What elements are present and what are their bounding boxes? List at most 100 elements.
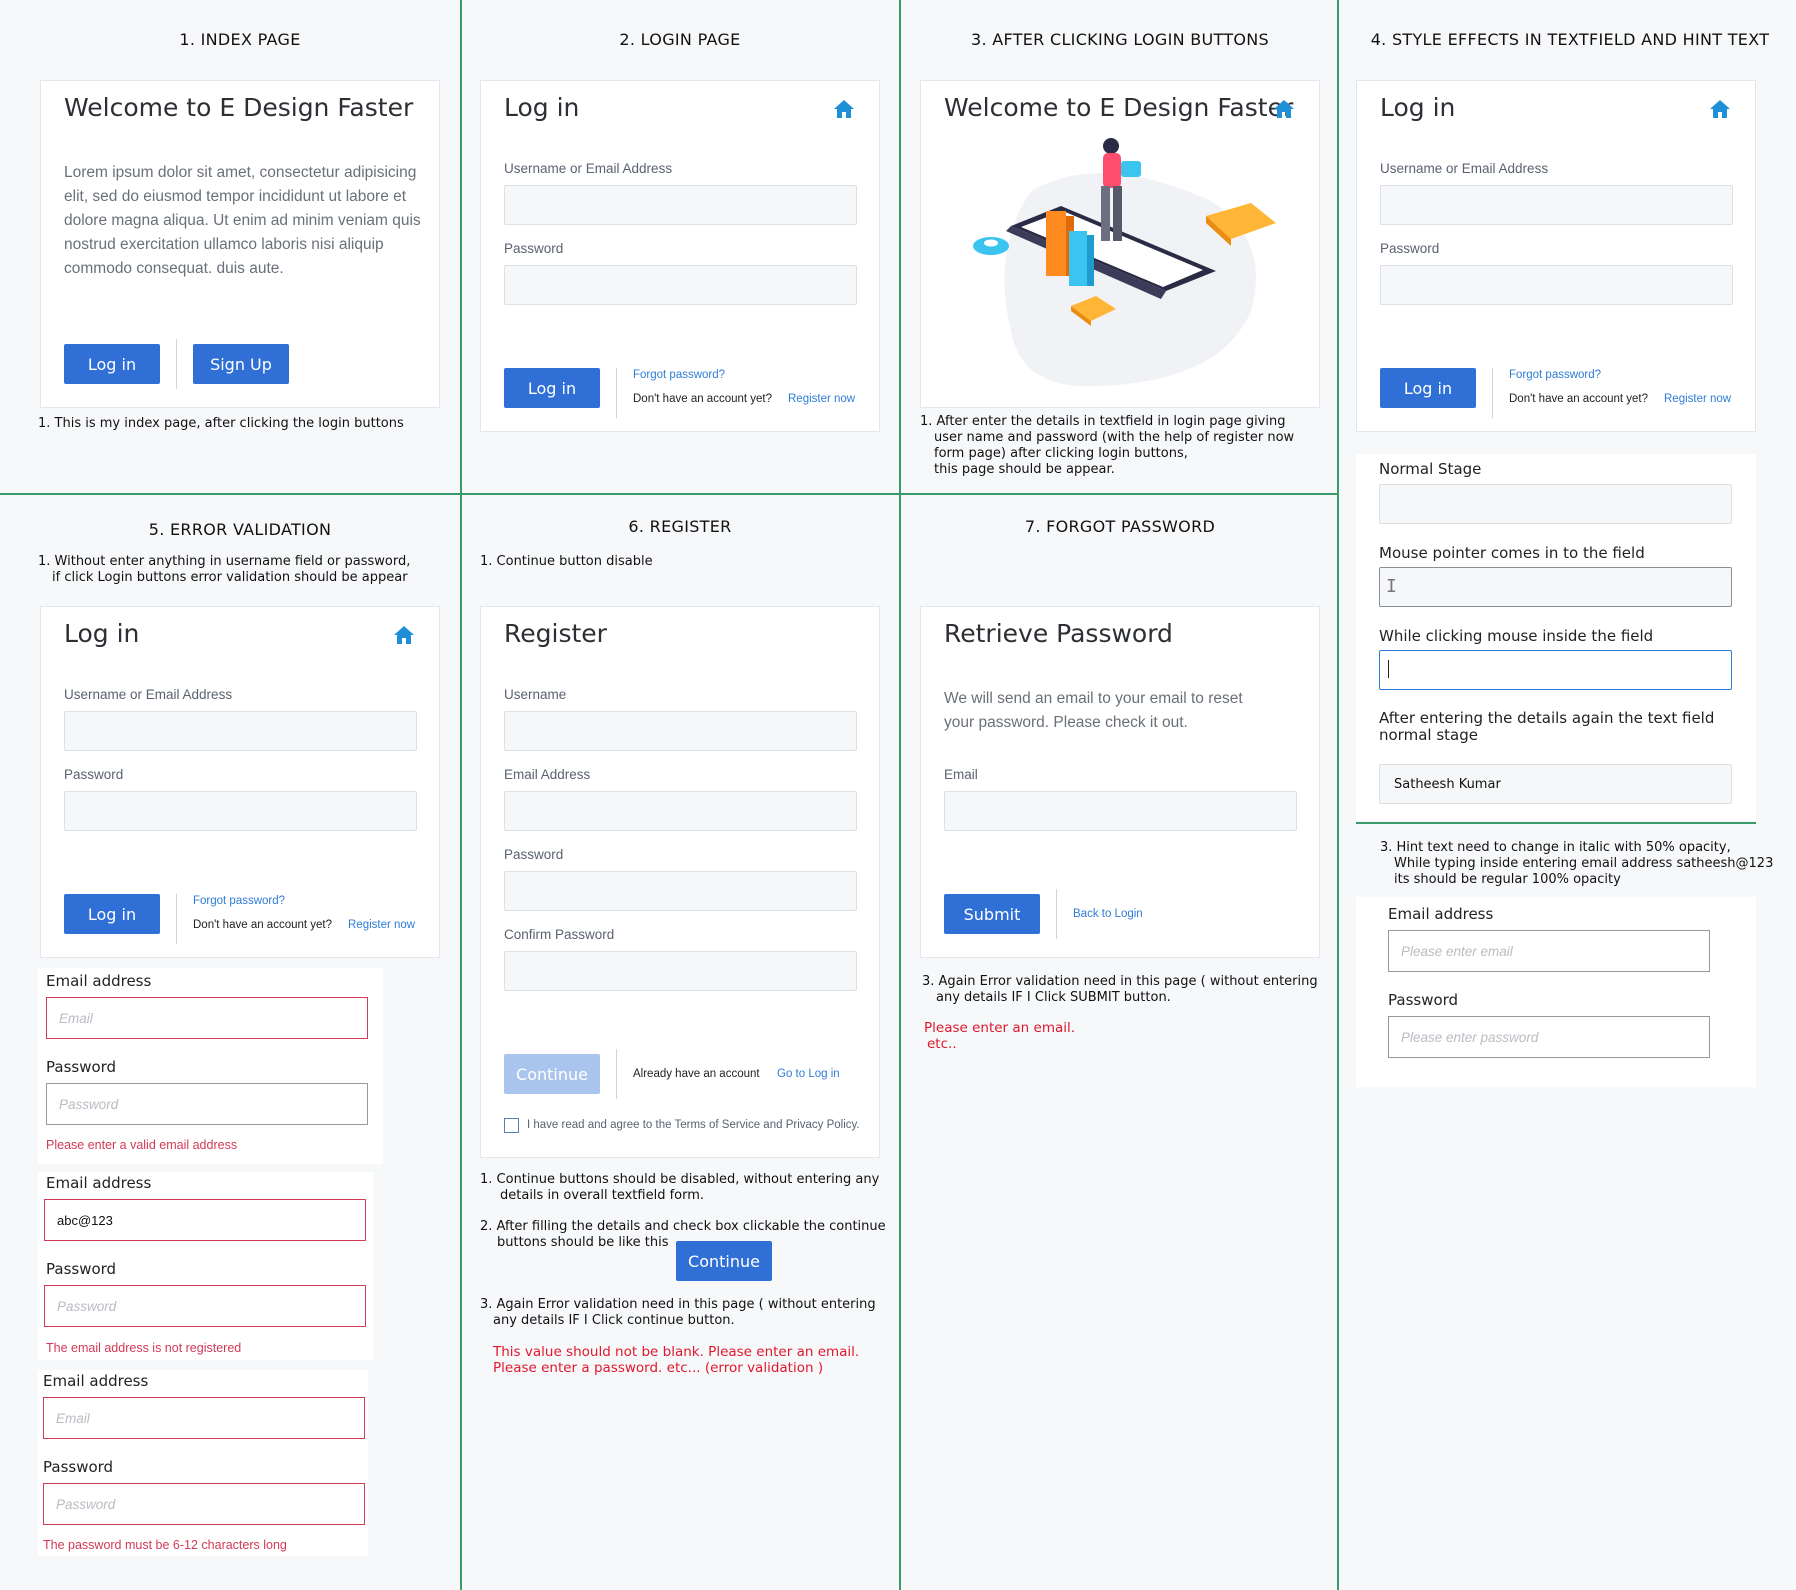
home-icon[interactable]: [833, 99, 855, 119]
register-note-1: 1. Continue buttons should be disabled, …: [480, 1172, 879, 1204]
forgot-title: Retrieve Password: [944, 619, 1173, 648]
password-label: Password: [46, 1260, 117, 1278]
login-button[interactable]: Log in: [1380, 368, 1476, 408]
continue-button-disabled[interactable]: Continue: [504, 1054, 600, 1094]
forgot-password-link[interactable]: Forgot password?: [633, 369, 725, 381]
button-separator: [616, 368, 617, 418]
register-note-3: 3. Again Error validation need in this p…: [480, 1297, 876, 1329]
divider-1: [460, 0, 462, 1590]
password-input[interactable]: [504, 871, 857, 911]
no-account-text: Don't have an account yet?: [1509, 393, 1649, 405]
register-top-note: 1. Continue button disable: [480, 554, 653, 569]
error-panel-2: Email address abc@123 Password Password …: [38, 1172, 373, 1360]
login-button[interactable]: Log in: [504, 368, 600, 408]
forgot-note: 3. Again Error validation need in this p…: [922, 974, 1318, 1006]
password-input[interactable]: Password: [46, 1083, 368, 1125]
section-title-after-login: 3. AFTER CLICKING LOGIN BUTTONS: [970, 30, 1270, 49]
email-error-message: Please enter a valid email address: [46, 1138, 238, 1152]
confirm-password-label: Confirm Password: [504, 927, 615, 942]
register-now-link[interactable]: Register now: [1664, 393, 1731, 405]
normal-stage-label: Normal Stage: [1379, 460, 1482, 478]
register-now-link[interactable]: Register now: [788, 393, 855, 405]
forgot-card: Retrieve Password We will send an email …: [920, 606, 1320, 958]
username-input[interactable]: [504, 185, 857, 225]
username-input[interactable]: [1380, 185, 1733, 225]
hint-password-label: Password: [1388, 991, 1459, 1009]
button-separator: [176, 894, 177, 944]
password-input[interactable]: [1380, 265, 1733, 305]
terms-checkbox[interactable]: [504, 1118, 519, 1133]
register-note-line: 1. Continue buttons should be disabled, …: [480, 1172, 880, 1187]
username-input[interactable]: [64, 711, 417, 751]
button-separator: [1056, 889, 1057, 939]
register-card: Register Username Email Address Password…: [480, 606, 880, 1158]
password-input[interactable]: [504, 265, 857, 305]
forgot-password-link[interactable]: Forgot password?: [193, 895, 285, 907]
index-body: Lorem ipsum dolor sit amet, consectetur …: [64, 164, 421, 277]
password-input[interactable]: [64, 791, 417, 831]
forgot-password-link[interactable]: Forgot password?: [1509, 369, 1601, 381]
email-input[interactable]: [504, 791, 857, 831]
password-label: Password: [64, 767, 124, 782]
password-label: Password: [504, 847, 564, 862]
hint-text-note: 3. Hint text need to change in italic wi…: [1380, 840, 1773, 888]
section-title-register: 6. REGISTER: [628, 517, 732, 536]
welcome-title: Welcome to E Design Faster: [944, 93, 1294, 122]
forgot-email-label: Email: [944, 767, 978, 782]
email-label: Email Address: [504, 767, 591, 782]
submit-button[interactable]: Submit: [944, 894, 1040, 934]
go-to-login-link[interactable]: Go to Log in: [777, 1068, 840, 1080]
hint-password-input[interactable]: Please enter password: [1388, 1016, 1710, 1058]
welcome-note-line: user name and password (with the help of…: [934, 430, 1295, 445]
password-error-message: The password must be 6-12 characters lon…: [43, 1538, 287, 1552]
register-error-line: Please enter a password. etc... (error v…: [493, 1360, 824, 1376]
section-title-error: 5. ERROR VALIDATION: [148, 520, 332, 539]
register-error-note: This value should not be blank. Please e…: [493, 1344, 859, 1376]
login-card: Log in Username or Email Address Passwor…: [480, 80, 880, 432]
password-label: Password: [504, 241, 564, 256]
index-login-button[interactable]: Log in: [64, 344, 160, 384]
register-note-line: 2. After filling the details and check b…: [480, 1219, 886, 1234]
forgot-email-input[interactable]: [944, 791, 1297, 831]
continue-button-enabled[interactable]: Continue: [676, 1241, 772, 1281]
no-account-text: Don't have an account yet?: [633, 393, 773, 405]
focus-stage-field[interactable]: [1379, 650, 1732, 690]
login-button[interactable]: Log in: [64, 894, 160, 934]
error-login-card: Log in Username or Email Address Passwor…: [40, 606, 440, 958]
username-label: Username or Email Address: [504, 161, 673, 176]
section-title-style-effects: 4. STYLE EFFECTS IN TEXTFIELD AND HINT T…: [1370, 30, 1770, 49]
hint-email-label: Email address: [1388, 905, 1494, 923]
forgot-error-note: Please enter an email. etc..: [924, 1020, 1075, 1052]
back-to-login-link[interactable]: Back to Login: [1073, 908, 1143, 920]
register-now-link[interactable]: Register now: [348, 919, 415, 931]
password-input-error[interactable]: Password: [43, 1483, 365, 1525]
style-login-card: Log in Username or Email Address Passwor…: [1356, 80, 1756, 432]
password-input-error[interactable]: Password: [44, 1285, 366, 1327]
button-separator: [616, 1049, 617, 1099]
email-input-error[interactable]: abc@123: [44, 1199, 366, 1241]
confirm-password-input[interactable]: [504, 951, 857, 991]
field-states-panel: Normal Stage Mouse pointer comes in to t…: [1356, 454, 1756, 820]
divider-h: [0, 493, 1339, 495]
hover-stage-field[interactable]: I: [1379, 567, 1732, 607]
home-icon[interactable]: [393, 625, 415, 645]
email-error-message: The email address is not registered: [46, 1341, 242, 1355]
email-input-error[interactable]: Email: [43, 1397, 365, 1439]
username-label: Username: [504, 687, 567, 702]
section-title-login: 2. LOGIN PAGE: [619, 30, 741, 49]
welcome-note-line: form page) after clicking login buttons,: [934, 446, 1188, 461]
hint-email-input[interactable]: Please enter email: [1388, 930, 1710, 972]
email-input-error[interactable]: Email: [46, 997, 368, 1039]
home-icon[interactable]: [1709, 99, 1731, 119]
caret-icon: [1388, 660, 1389, 678]
hint-note-line: 3. Hint text need to change in italic wi…: [1380, 840, 1731, 855]
register-error-line: This value should not be blank. Please e…: [493, 1344, 860, 1360]
home-icon[interactable]: [1273, 99, 1295, 119]
username-input[interactable]: [504, 711, 857, 751]
filled-stage-field[interactable]: Satheesh Kumar: [1379, 764, 1732, 804]
email-label: Email address: [43, 1372, 149, 1390]
normal-stage-field[interactable]: [1379, 484, 1732, 524]
index-signup-button[interactable]: Sign Up: [193, 344, 289, 384]
username-label: Username or Email Address: [1380, 161, 1549, 176]
terms-text: I have read and agree to the Terms of Se…: [527, 1119, 860, 1131]
